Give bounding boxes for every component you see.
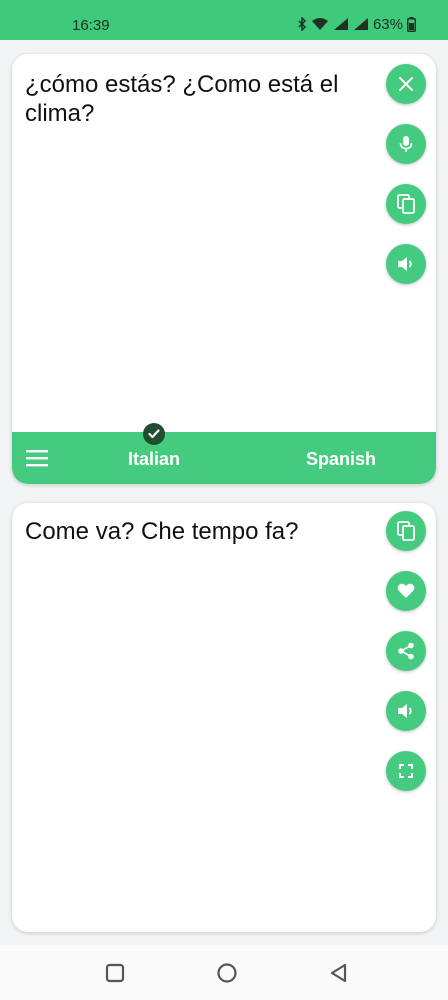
speak-source-button[interactable] xyxy=(386,244,426,284)
microphone-button[interactable] xyxy=(386,124,426,164)
status-time: 16:39 xyxy=(72,17,110,34)
battery-percent: 63% xyxy=(372,15,403,33)
check-icon xyxy=(143,423,165,445)
status-icons: 63% xyxy=(297,14,416,34)
copy-icon xyxy=(397,521,415,541)
favorite-button[interactable] xyxy=(386,571,426,611)
target-language-button[interactable]: Spanish xyxy=(306,449,376,470)
source-text-input[interactable]: ¿cómo estás? ¿Como está el clima? xyxy=(25,70,355,128)
signal-icon xyxy=(333,17,349,31)
home-icon[interactable] xyxy=(216,962,238,984)
microphone-icon xyxy=(399,135,413,153)
share-button[interactable] xyxy=(386,631,426,671)
copy-source-button[interactable] xyxy=(386,184,426,224)
share-icon xyxy=(397,642,415,660)
back-icon[interactable] xyxy=(328,962,350,984)
close-icon xyxy=(398,76,414,92)
status-bar: 16:39 63% xyxy=(0,0,448,40)
speaker-icon xyxy=(396,702,416,720)
fullscreen-button[interactable] xyxy=(386,751,426,791)
speaker-icon xyxy=(396,255,416,273)
source-card: ¿cómo estás? ¿Como está el clima? Italia… xyxy=(12,54,436,484)
system-navigation-bar xyxy=(0,945,448,1000)
clear-button[interactable] xyxy=(386,64,426,104)
menu-icon[interactable] xyxy=(26,449,48,467)
recents-icon[interactable] xyxy=(104,962,126,984)
translation-text: Come va? Che tempo fa? xyxy=(25,518,299,545)
speak-translation-button[interactable] xyxy=(386,691,426,731)
wifi-icon xyxy=(311,17,329,31)
signal-icon xyxy=(353,17,369,31)
heart-icon xyxy=(397,583,415,599)
copy-icon xyxy=(397,194,415,214)
source-language-button[interactable]: Italian xyxy=(128,449,180,470)
fullscreen-icon xyxy=(399,764,413,778)
copy-translation-button[interactable] xyxy=(386,511,426,551)
battery-icon xyxy=(407,16,416,32)
language-bar: Italian Spanish xyxy=(12,432,436,484)
bluetooth-icon xyxy=(297,17,307,31)
translation-card: Come va? Che tempo fa? xyxy=(12,503,436,932)
